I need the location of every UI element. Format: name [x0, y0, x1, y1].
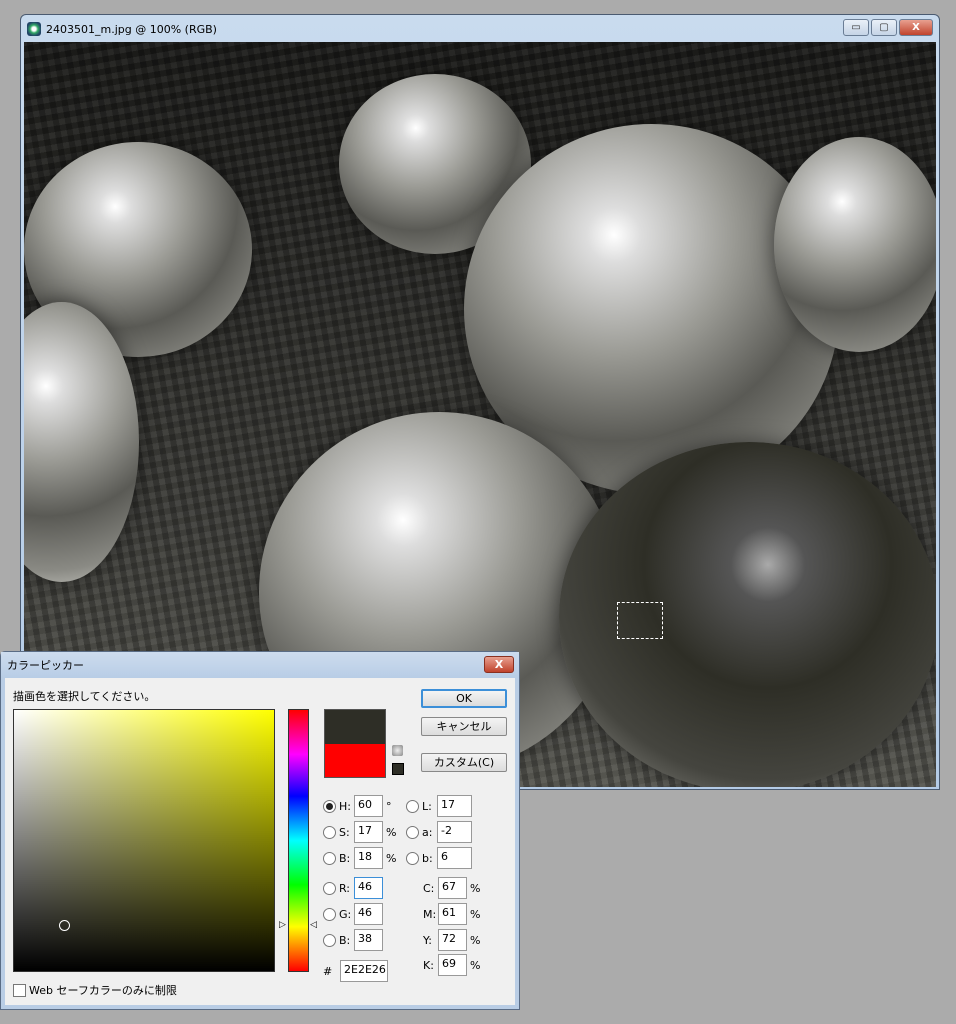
radio-s[interactable] — [323, 825, 336, 839]
r-label: R: — [339, 881, 351, 895]
a-input[interactable]: -2 — [437, 821, 472, 843]
h-input[interactable]: 60 — [354, 795, 383, 817]
radio-h[interactable] — [323, 799, 336, 813]
m-label: M: — [423, 907, 437, 921]
minimize-button[interactable]: ▭ — [843, 19, 869, 36]
hex-label: # — [323, 964, 333, 978]
color-swatch — [324, 709, 386, 778]
blue-label: B: — [339, 933, 351, 947]
k-label: K: — [423, 958, 434, 972]
hue-slider[interactable] — [288, 709, 309, 972]
cancel-button[interactable]: キャンセル — [421, 717, 507, 736]
maximize-button[interactable]: ▢ — [871, 19, 897, 36]
window-title: 2403501_m.jpg @ 100% (RGB) — [46, 22, 217, 36]
web-safe-label: Web セーフカラーのみに制限 — [29, 984, 177, 997]
k-input[interactable]: 69 — [438, 954, 467, 976]
l-input[interactable]: 17 — [437, 795, 472, 817]
hex-input[interactable]: 2E2E26 — [340, 960, 388, 982]
c-input[interactable]: 67 — [438, 877, 467, 899]
sphere — [559, 442, 936, 787]
dialog-close-button[interactable]: X — [484, 656, 514, 673]
s-unit: % — [386, 825, 397, 839]
web-safe-swatch-icon[interactable] — [392, 763, 404, 775]
g-input[interactable]: 46 — [354, 903, 383, 925]
l-label: L: — [422, 799, 432, 813]
m-input[interactable]: 61 — [438, 903, 467, 925]
ok-button[interactable]: OK — [421, 689, 507, 708]
radio-brightness[interactable] — [323, 851, 336, 865]
s-label: S: — [339, 825, 350, 839]
color-field[interactable] — [13, 709, 275, 972]
window-title-bar[interactable]: 2403501_m.jpg @ 100% (RGB) — [27, 19, 217, 39]
y-input[interactable]: 72 — [438, 929, 467, 951]
custom-button[interactable]: カスタム(C) — [421, 753, 507, 772]
blue-input[interactable]: 38 — [354, 929, 383, 951]
web-safe-checkbox-row[interactable]: Web セーフカラーのみに制限 — [13, 982, 177, 998]
s-input[interactable]: 17 — [354, 821, 383, 843]
web-safe-checkbox[interactable] — [13, 983, 26, 997]
color-picker-dialog: カラーピッカー X 描画色を選択してください。 ▷ ◁ OK キャンセル カスタ… — [0, 651, 520, 1010]
dialog-title-bar[interactable]: カラーピッカー — [1, 652, 519, 678]
c-unit: % — [470, 881, 481, 895]
r-input[interactable]: 46 — [354, 877, 383, 899]
new-color-swatch — [325, 710, 385, 744]
y-label: Y: — [423, 933, 432, 947]
h-label: H: — [339, 799, 351, 813]
hue-slider-left-arrow[interactable]: ▷ — [279, 920, 286, 930]
color-marker[interactable] — [59, 920, 70, 931]
a-label: a: — [422, 825, 433, 839]
radio-g[interactable] — [323, 907, 336, 921]
radio-b-lab[interactable] — [406, 851, 419, 865]
gamut-cube-icon[interactable] — [392, 745, 403, 756]
radio-l[interactable] — [406, 799, 419, 813]
close-button[interactable]: X — [899, 19, 933, 36]
m-unit: % — [470, 907, 481, 921]
brightness-label: B: — [339, 851, 351, 865]
y-unit: % — [470, 933, 481, 947]
app-icon — [27, 22, 41, 36]
b-lab-input[interactable]: 6 — [437, 847, 472, 869]
radio-blue[interactable] — [323, 933, 336, 947]
brightness-unit: % — [386, 851, 397, 865]
radio-r[interactable] — [323, 881, 336, 895]
c-label: C: — [423, 881, 435, 895]
dialog-prompt: 描画色を選択してください。 — [13, 690, 156, 703]
hue-slider-right-arrow[interactable]: ◁ — [310, 920, 317, 930]
brightness-input[interactable]: 18 — [354, 847, 383, 869]
radio-a[interactable] — [406, 825, 419, 839]
eyedropper-sample-marquee — [617, 602, 663, 639]
sphere — [774, 137, 936, 352]
current-color-swatch[interactable] — [325, 743, 385, 777]
h-unit: ° — [386, 799, 392, 813]
b-lab-label: b: — [422, 851, 433, 865]
g-label: G: — [339, 907, 352, 921]
k-unit: % — [470, 958, 481, 972]
dialog-title: カラーピッカー — [7, 659, 84, 672]
